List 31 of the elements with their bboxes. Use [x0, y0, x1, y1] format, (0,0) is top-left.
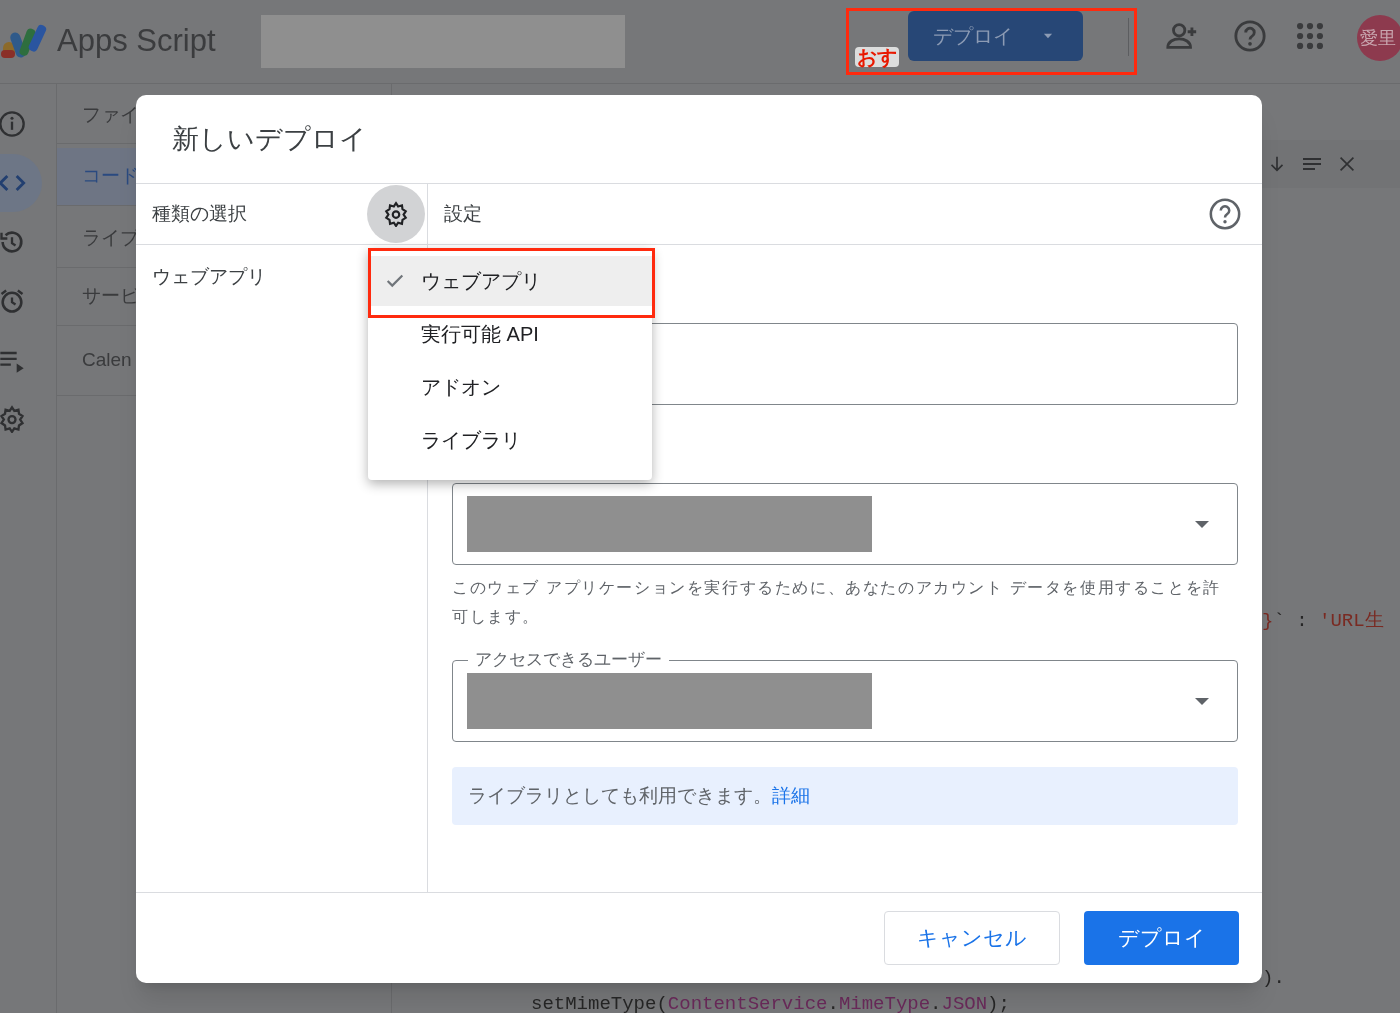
help-icon[interactable] — [1208, 197, 1242, 231]
code-line: }` : 'URL生 — [1262, 609, 1384, 634]
details-link[interactable]: 詳細 — [772, 784, 810, 806]
avatar[interactable]: 愛里 — [1357, 15, 1400, 61]
dropdown-caret-icon — [1195, 520, 1209, 528]
column-header: 種類の選択 — [152, 201, 247, 226]
dropdown-caret-icon — [1195, 697, 1209, 705]
helper-text: このウェブ アプリケーションを実行するために、あなたのアカウント データを使用することを許可します。 — [452, 578, 1222, 627]
column-header: 設定 — [444, 201, 482, 226]
menu-item[interactable]: ライブラリ — [368, 413, 652, 467]
settings-icon — [0, 405, 26, 433]
annotation-text: おす — [855, 47, 899, 67]
menu-item[interactable]: ウェブアプリ — [368, 256, 652, 306]
help-icon[interactable] — [1233, 19, 1267, 53]
info-icon — [0, 110, 26, 138]
banner-text: ライブラリとしても利用できます。詳細 — [468, 783, 810, 808]
field-label: アクセスできるユーザー — [468, 649, 669, 671]
menu-item[interactable]: 実行可能 API — [368, 306, 652, 361]
rail-item[interactable] — [0, 154, 42, 212]
settings-button[interactable] — [367, 185, 425, 243]
deploy-button[interactable]: デプロイ — [1084, 911, 1239, 965]
history-icon — [0, 228, 26, 256]
code-line: ). — [1262, 966, 1285, 991]
menu-item[interactable]: アドオン — [368, 361, 652, 413]
select-field[interactable] — [452, 483, 1238, 565]
settings-icon — [383, 201, 409, 227]
cancel-button[interactable]: キャンセル — [884, 911, 1060, 965]
code-line: setMimeType(ContentService.MimeType.JSON); — [531, 992, 1010, 1013]
app-title: Apps Script — [57, 22, 216, 61]
alarm-clock-icon — [0, 287, 26, 315]
dialog-title: 新しいデプロイ — [136, 95, 1262, 184]
